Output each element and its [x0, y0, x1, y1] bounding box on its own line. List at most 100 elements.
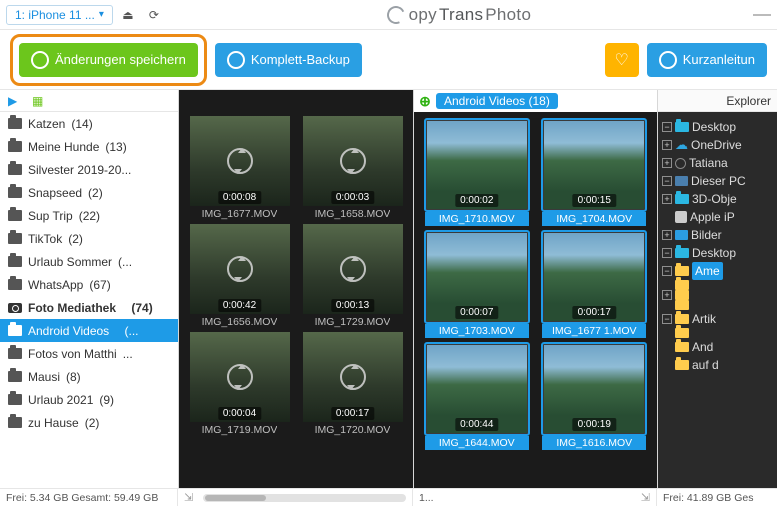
minimize-icon[interactable] [753, 14, 771, 16]
device-icon [675, 211, 687, 223]
tree-desktop2[interactable]: Desktop [692, 244, 736, 262]
browse-thumb[interactable]: 0:00:07IMG_1703.MOV [420, 230, 534, 338]
folder-icon [8, 348, 22, 359]
folder-icon [675, 194, 689, 204]
folder-icon [8, 279, 22, 290]
album-label: Katzen [28, 117, 65, 131]
browse-header: ⊕ Android Videos (18) [414, 90, 657, 112]
browse-thumb[interactable]: 0:00:44IMG_1644.MOV [420, 342, 534, 450]
folder-icon [675, 314, 689, 324]
thumb-image: 0:00:04 [190, 332, 290, 422]
brand-text-2: Trans [439, 5, 483, 25]
tree-user[interactable]: Tatiana [689, 154, 728, 172]
save-changes-button[interactable]: Änderungen speichern [19, 43, 198, 77]
cloud-icon: ☁ [675, 136, 688, 154]
folder-icon [8, 210, 22, 221]
album-count: (2) [68, 232, 83, 246]
eject-icon[interactable]: ⏏ [117, 4, 139, 26]
device-thumb[interactable]: 0:00:04IMG_1719.MOV [185, 332, 294, 436]
thumb-duration: 0:00:44 [455, 418, 498, 431]
album-item[interactable]: Snapseed (2) [0, 181, 178, 204]
album-item[interactable]: Katzen (14) [0, 112, 178, 135]
folder-icon [8, 394, 22, 405]
tree-bilder[interactable]: Bilder [691, 226, 722, 244]
tree-desktop[interactable]: Desktop [692, 118, 736, 136]
app-title: opyTrans Photo [165, 5, 753, 25]
scrollbar[interactable] [203, 494, 406, 502]
help-button[interactable]: ♡ [605, 43, 639, 77]
resize-handle-icon[interactable]: ⇲ [641, 491, 650, 504]
status-bar: Frei: 5.34 GB Gesamt: 59.49 GB ⇲ 1...⇲ F… [0, 488, 777, 506]
status-explorer-text: Frei: 41.89 GB Ges [663, 492, 753, 504]
thumb-image: 0:00:03 [303, 116, 403, 206]
album-label: WhatsApp [28, 278, 83, 292]
backup-icon [227, 51, 245, 69]
quick-guide-button[interactable]: Kurzanleitun [647, 43, 767, 77]
desktop-icon [675, 122, 689, 132]
album-item[interactable]: Meine Hunde (13) [0, 135, 178, 158]
browse-thumb[interactable]: 0:00:02IMG_1710.MOV [420, 118, 534, 226]
browse-thumb[interactable]: 0:00:15IMG_1704.MOV [538, 118, 652, 226]
thumb-filename: IMG_1720.MOV [315, 424, 391, 436]
album-item[interactable]: Sup Trip (22) [0, 204, 178, 227]
browse-thumb[interactable]: 0:00:19IMG_1616.MOV [538, 342, 652, 450]
play-tab-icon[interactable]: ▶ [8, 94, 22, 108]
thumb-duration: 0:00:42 [218, 299, 261, 312]
grid-tab-icon[interactable]: ▦ [32, 94, 46, 108]
add-icon[interactable]: ⊕ [418, 94, 432, 108]
explorer-tab[interactable]: Explorer [658, 90, 777, 112]
explorer-tree[interactable]: −Desktop +☁OneDrive +Tatiana −Dieser PC … [658, 112, 777, 488]
brand-text-1: opy [409, 5, 437, 25]
thumb-image: 0:00:17 [303, 332, 403, 422]
device-thumb[interactable]: 0:00:17 IMG_1720.MOV [298, 332, 407, 436]
pc-icon [675, 176, 688, 186]
folder-icon [8, 164, 22, 175]
browse-thumb[interactable]: 0:00:17IMG_1677 1.MOV [538, 230, 652, 338]
device-dropdown[interactable]: 1: iPhone 11 ... ▾ [6, 5, 113, 25]
tree-pc[interactable]: Dieser PC [691, 172, 746, 190]
resize-handle-icon[interactable]: ⇲ [184, 491, 193, 504]
sync-icon [227, 256, 253, 282]
device-thumb[interactable]: 0:00:13IMG_1729.MOV [298, 224, 407, 328]
photo-library-item[interactable]: Foto Mediathek (74) [0, 296, 178, 319]
album-item[interactable]: Silvester 2019-20... [0, 158, 178, 181]
tree-artik[interactable]: Artik [692, 310, 716, 328]
folder-icon [8, 187, 22, 198]
main-toolbar: Änderungen speichern Komplett-Backup ♡ K… [0, 30, 777, 90]
album-item[interactable]: zu Hause (2) [0, 411, 178, 434]
folder-icon [8, 325, 22, 336]
album-count: (8) [66, 370, 81, 384]
folder-icon [8, 141, 22, 152]
album-count: (... [118, 255, 132, 269]
album-item[interactable]: Mausi (8) [0, 365, 178, 388]
album-item[interactable]: Urlaub 2021 (9) [0, 388, 178, 411]
thumb-image: 0:00:17 [544, 233, 644, 321]
tree-3d[interactable]: 3D-Obje [692, 190, 737, 208]
thumb-selection-frame: 0:00:44 [424, 342, 530, 436]
album-item[interactable]: WhatsApp (67) [0, 273, 178, 296]
thumb-filename: IMG_1729.MOV [315, 316, 391, 328]
thumb-duration: 0:00:17 [573, 306, 616, 319]
tree-apple[interactable]: Apple iP [690, 208, 735, 226]
album-item-selected[interactable]: Android Videos (... [0, 319, 178, 342]
device-thumb[interactable]: 0:00:42IMG_1656.MOV [185, 224, 294, 328]
tree-ame-selected[interactable]: Ame [692, 262, 723, 280]
album-label: Fotos von Matthi [28, 347, 117, 361]
full-backup-button[interactable]: Komplett-Backup [215, 43, 362, 77]
album-item[interactable]: Urlaub Sommer (... [0, 250, 178, 273]
device-thumb[interactable]: 0:00:03IMG_1658.MOV [298, 116, 407, 220]
folder-icon [675, 342, 689, 352]
tree-and[interactable]: And [692, 338, 713, 356]
tree-auf[interactable]: auf d [692, 356, 719, 374]
device-thumb[interactable]: 0:00:08IMG_1677.MOV [185, 116, 294, 220]
album-item[interactable]: Fotos von Matthi ... [0, 342, 178, 365]
status-albums-text: Frei: 5.34 GB Gesamt: 59.49 GB [6, 492, 158, 504]
thumb-filename: IMG_1703.MOV [425, 324, 529, 338]
refresh-icon[interactable]: ⟳ [143, 4, 165, 26]
album-label: Urlaub 2021 [28, 393, 93, 407]
device-dropdown-label: 1: iPhone 11 ... [15, 8, 95, 22]
browse-folder-tag[interactable]: Android Videos (18) [436, 93, 558, 109]
thumb-duration: 0:00:03 [331, 191, 374, 204]
album-item[interactable]: TikTok (2) [0, 227, 178, 250]
tree-onedrive[interactable]: OneDrive [691, 136, 742, 154]
